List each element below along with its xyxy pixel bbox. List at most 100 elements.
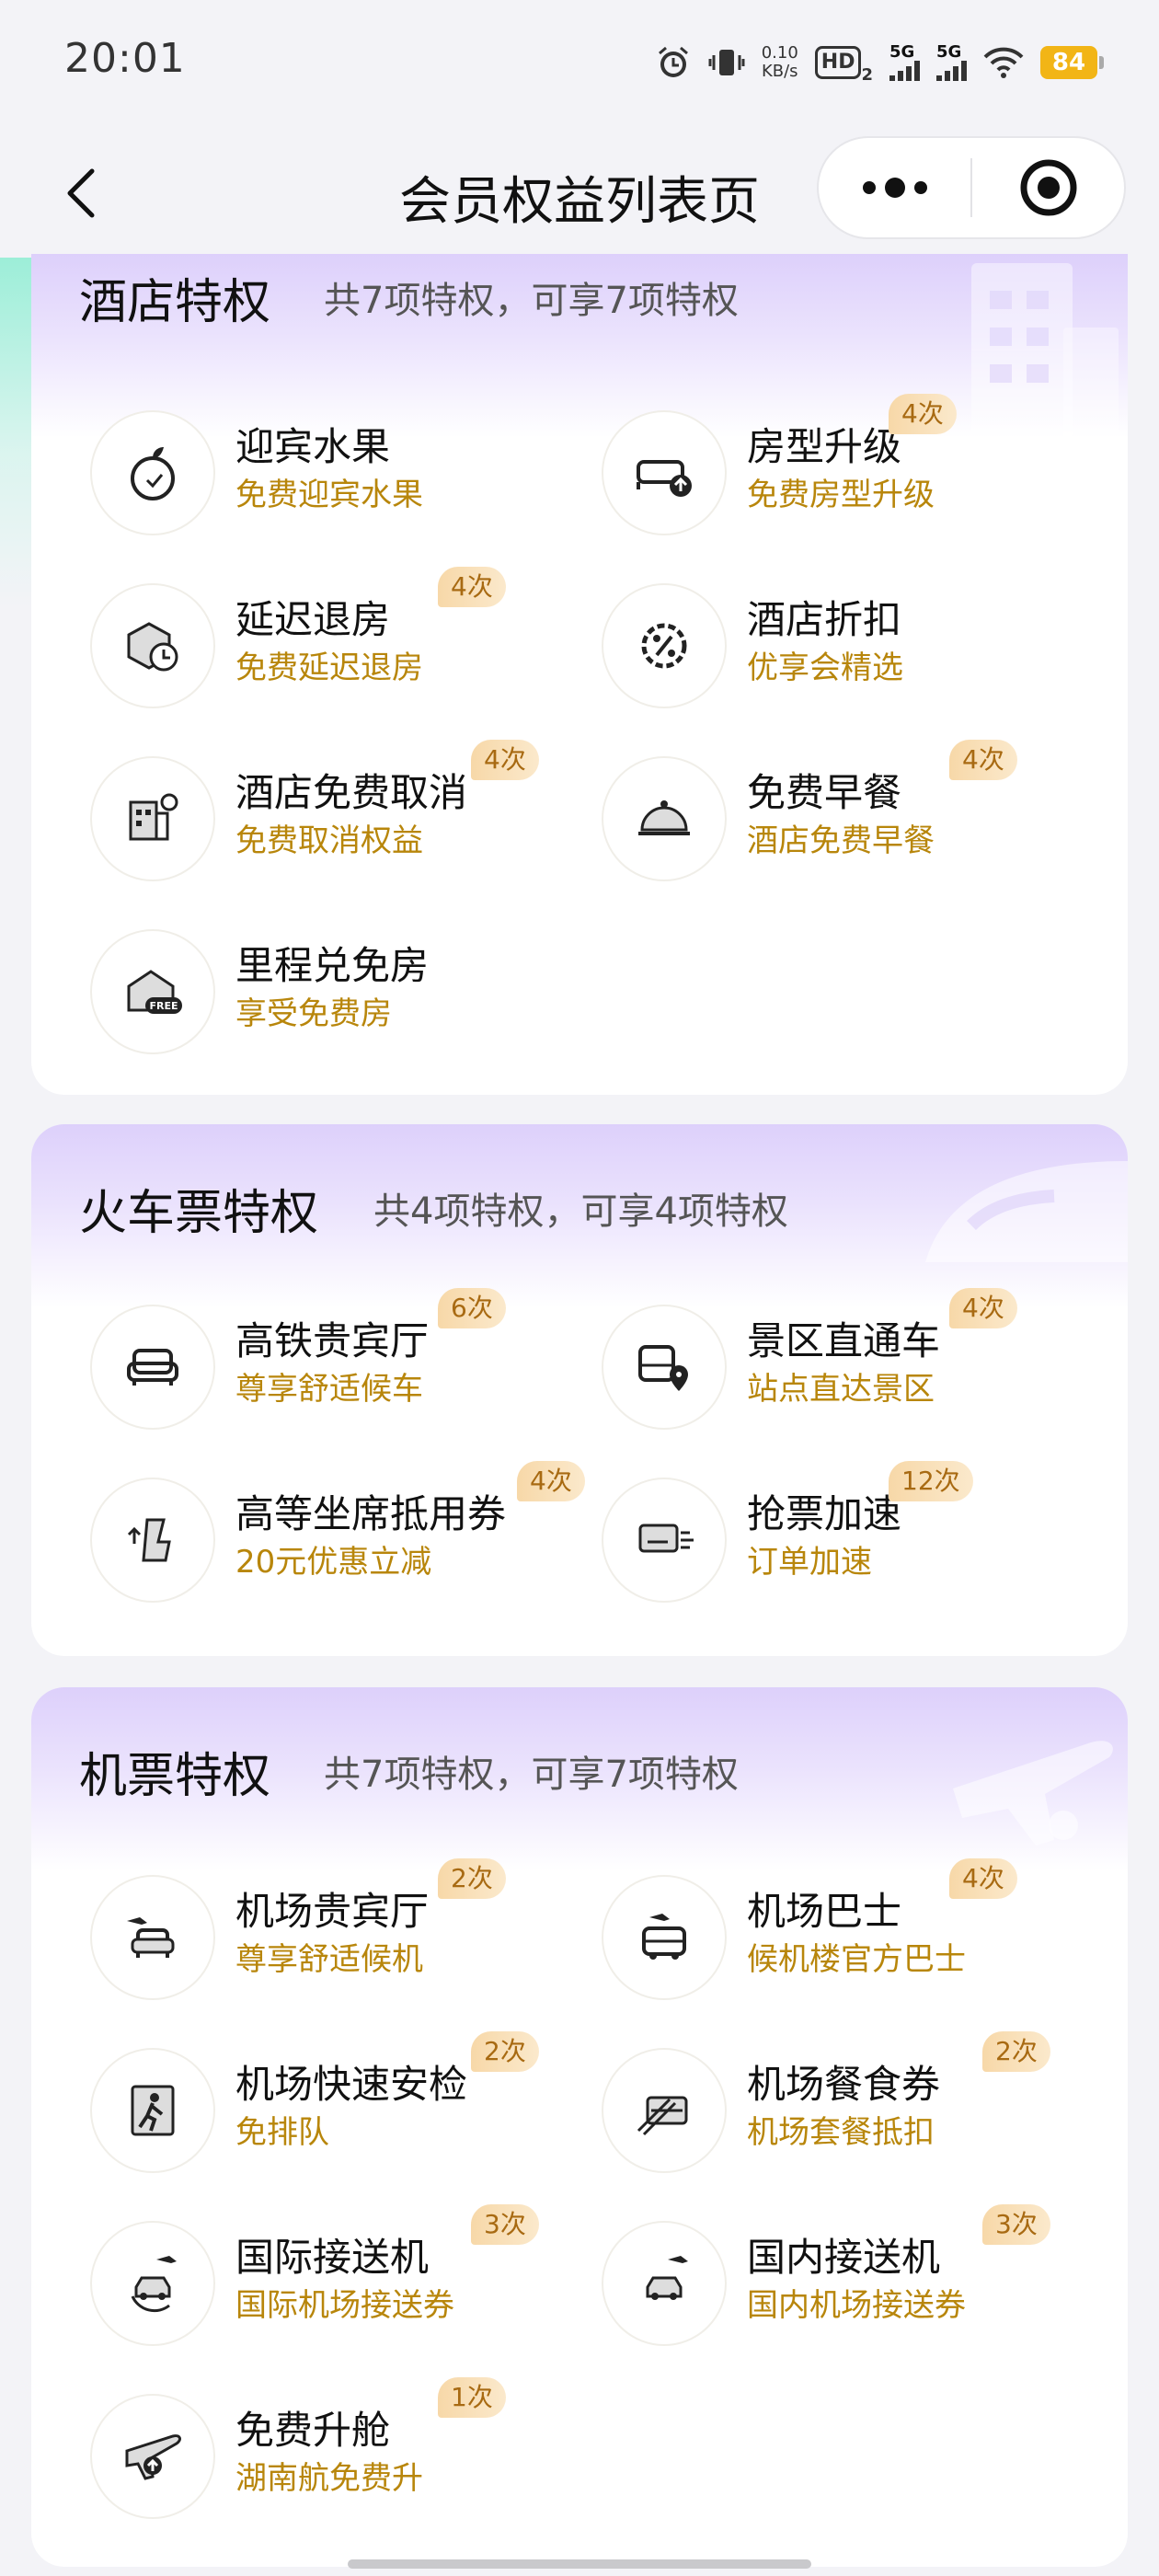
train-card-header: 火车票特权 共4项特权，可享4项特权 <box>31 1124 1128 1308</box>
privilege-name: 国际接送机 <box>235 2235 430 2280</box>
privilege-free-cancel[interactable]: 酒店免费取消 免费取消权益 4次 <box>31 740 546 885</box>
privilege-mileage-room[interactable]: FREE 里程兑免房 享受免费房 <box>31 920 546 1058</box>
count-badge: 2次 <box>438 1858 506 1899</box>
hd-sub: 2 <box>861 65 873 85</box>
privilege-name: 机场快速安检 <box>235 2062 468 2107</box>
net-speed-value: 0.10 <box>761 43 798 63</box>
privilege-desc: 免费迎宾水果 <box>235 477 423 513</box>
count-badge: 4次 <box>949 1858 1017 1899</box>
privilege-desc: 尊享舒适候机 <box>235 1941 423 1978</box>
privilege-name: 迎宾水果 <box>235 424 391 469</box>
privilege-airport-bus[interactable]: 机场巴士 候机楼官方巴士 4次 <box>543 1858 1058 2004</box>
count-badge: 6次 <box>438 1288 506 1328</box>
privilege-name: 酒店折扣 <box>747 597 902 642</box>
cloche-icon <box>602 756 727 881</box>
nav-header: 会员权益列表页 <box>0 129 1159 258</box>
privilege-intl-transfer[interactable]: 国际接送机 国际机场接送券 3次 <box>31 2204 546 2350</box>
privilege-cabin-upgrade[interactable]: 免费升舱 湖南航免费升 1次 <box>31 2377 546 2523</box>
privilege-desc: 订单加速 <box>747 1544 872 1581</box>
box-clock-icon <box>90 583 215 708</box>
privilege-desc: 免费房型升级 <box>747 477 935 513</box>
signal-2-label: 5G <box>936 42 962 62</box>
signal-1-label: 5G <box>889 42 915 62</box>
privilege-name: 机场贵宾厅 <box>235 1889 430 1934</box>
seat-up-icon <box>90 1478 215 1603</box>
home-indicator[interactable] <box>348 2559 811 2569</box>
bus-location-icon <box>602 1305 727 1430</box>
close-program-button[interactable] <box>972 138 1124 237</box>
privilege-fruit[interactable]: 迎宾水果 免费迎宾水果 <box>31 401 546 539</box>
count-badge: 4次 <box>949 1288 1017 1328</box>
more-button[interactable] <box>819 138 970 237</box>
privilege-desc: 国内机场接送券 <box>747 2287 966 2324</box>
status-bar: 20:01 0.10 KB/s HD 2 5G 5G 84 <box>0 0 1159 129</box>
building-cancel-icon <box>90 756 215 881</box>
privilege-desc: 免费延迟退房 <box>235 650 423 686</box>
privilege-desc: 国际机场接送券 <box>235 2287 454 2324</box>
privilege-desc: 候机楼官方巴士 <box>747 1941 966 1978</box>
hd-label: HD <box>814 46 862 79</box>
privilege-hotel-discount[interactable]: 酒店折扣 优享会精选 <box>543 574 1058 712</box>
more-dots-icon <box>862 178 927 198</box>
train-card-title: 火车票特权 <box>79 1186 319 1241</box>
count-badge: 4次 <box>889 394 957 434</box>
hd-icon: HD 2 <box>814 40 873 85</box>
privilege-name: 国内接送机 <box>747 2235 941 2280</box>
privilege-desc: 机场套餐抵扣 <box>747 2114 935 2151</box>
privilege-room-upgrade[interactable]: 房型升级 免费房型升级 4次 <box>543 394 1058 539</box>
hotel-privileges-card: 酒店特权 共7项特权，可享7项特权 迎宾水果 免费迎宾水果 房型升级 免费房型升… <box>31 254 1128 1095</box>
free-house-icon: FREE <box>90 929 215 1054</box>
privilege-domestic-transfer[interactable]: 国内接送机 国内机场接送券 3次 <box>543 2204 1058 2350</box>
privilege-desc: 优享会精选 <box>747 650 903 686</box>
privilege-fast-security[interactable]: 机场快速安检 免排队 2次 <box>31 2031 546 2177</box>
plane-car-icon <box>90 2221 215 2346</box>
meal-box-icon <box>602 2048 727 2173</box>
privilege-name: 高铁贵宾厅 <box>235 1318 430 1363</box>
privilege-airport-lounge[interactable]: 机场贵宾厅 尊享舒适候机 2次 <box>31 1858 546 2004</box>
battery-icon: 84 <box>1040 46 1104 79</box>
battery-level: 84 <box>1040 46 1097 79</box>
privilege-name: 里程兑免房 <box>235 943 430 988</box>
status-time: 20:01 <box>64 35 186 82</box>
count-badge: 12次 <box>889 1461 973 1501</box>
privilege-name: 景区直通车 <box>747 1318 941 1363</box>
count-badge: 4次 <box>949 740 1017 780</box>
signal-2-icon: 5G <box>936 44 967 81</box>
mini-program-capsule <box>817 136 1126 239</box>
count-badge: 4次 <box>438 567 506 607</box>
privilege-name: 延迟退房 <box>235 597 391 642</box>
net-speed-unit: KB/s <box>761 62 798 81</box>
vibrate-icon <box>708 40 745 85</box>
plane-car-icon <box>602 2221 727 2346</box>
privilege-desc: 免排队 <box>235 2114 329 2151</box>
status-icons: 0.10 KB/s HD 2 5G 5G 84 <box>655 37 1104 88</box>
net-speed: 0.10 KB/s <box>762 44 798 81</box>
privilege-desc: 20元优惠立减 <box>235 1544 432 1581</box>
privilege-late-checkout[interactable]: 延迟退房 免费延迟退房 4次 <box>31 567 546 712</box>
privilege-name: 房型升级 <box>747 424 902 469</box>
hotel-card-subtitle: 共7项特权，可享7项特权 <box>324 280 739 322</box>
privilege-desc: 免费取消权益 <box>235 822 423 859</box>
privilege-seat-voucher[interactable]: 高等坐席抵用券 20元优惠立减 4次 <box>31 1461 585 1606</box>
plane-deco-icon <box>953 1741 1113 1846</box>
plane-up-icon <box>90 2394 215 2519</box>
wifi-icon <box>983 40 1024 85</box>
privilege-ticket-speedup[interactable]: 抢票加速 订单加速 12次 <box>543 1461 1058 1606</box>
hotel-card-title: 酒店特权 <box>79 275 271 330</box>
train-card-subtitle: 共4项特权，可享4项特权 <box>373 1190 788 1233</box>
count-badge: 3次 <box>982 2204 1050 2245</box>
count-badge: 2次 <box>982 2031 1050 2072</box>
fast-ticket-icon <box>602 1478 727 1603</box>
privilege-desc: 酒店免费早餐 <box>747 822 935 859</box>
privilege-name: 酒店免费取消 <box>235 770 468 815</box>
plane-bus-icon <box>602 1875 727 2000</box>
privilege-desc: 享受免费房 <box>235 995 392 1032</box>
train-privileges-card: 火车票特权 共4项特权，可享4项特权 高铁贵宾厅 尊享舒适候车 6次 景区直通车… <box>31 1124 1128 1656</box>
count-badge: 1次 <box>438 2377 506 2418</box>
privilege-free-breakfast[interactable]: 免费早餐 酒店免费早餐 4次 <box>543 740 1058 885</box>
count-badge: 4次 <box>471 740 539 780</box>
privilege-rail-lounge[interactable]: 高铁贵宾厅 尊享舒适候车 6次 <box>31 1288 546 1433</box>
privilege-name: 免费升舱 <box>235 2408 391 2453</box>
privilege-scenic-shuttle[interactable]: 景区直通车 站点直达景区 4次 <box>543 1288 1058 1433</box>
privilege-meal-voucher[interactable]: 机场餐食券 机场套餐抵扣 2次 <box>543 2031 1058 2177</box>
